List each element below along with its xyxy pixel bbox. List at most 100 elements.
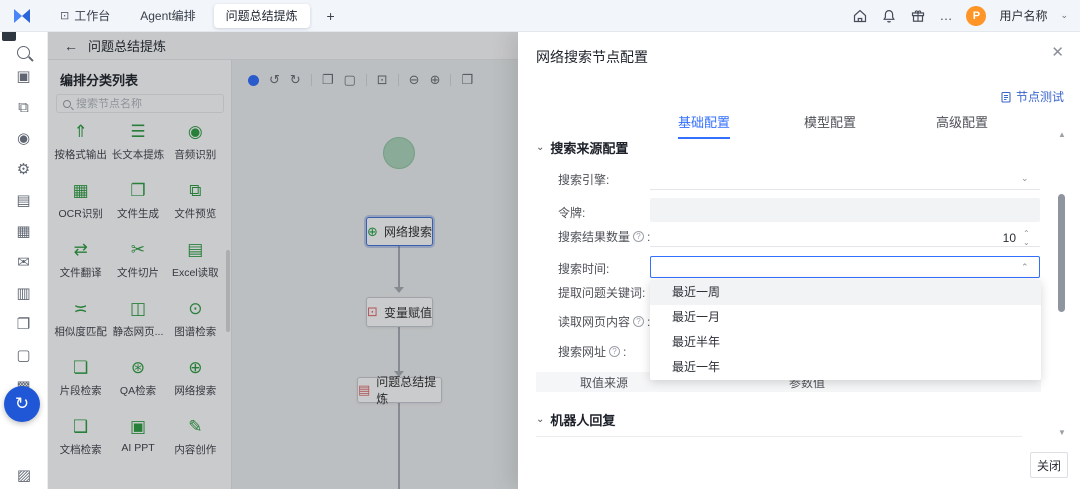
node-tile[interactable]: ❑ 文档检索 (52, 411, 109, 470)
node-tile[interactable]: ⊛ QA检索 (109, 352, 166, 411)
node-search-box[interactable] (56, 94, 224, 113)
flow-canvas[interactable]: ↺ ↻ ❐ ▢ ⊡ ⊖ ⊕ ❒ ⊕ 网络搜索 ⊡ 变量赋值 ▤ 问题总结提炼 (232, 60, 518, 489)
redo-icon[interactable]: ↻ (290, 73, 301, 87)
export-icon[interactable]: ❒ (461, 73, 473, 87)
avatar[interactable]: P (966, 5, 987, 26)
node-tile[interactable]: ◉ 音频识别 (167, 116, 224, 175)
node-tile[interactable]: ▤ Excel读取 (167, 234, 224, 293)
connector-line (398, 327, 400, 371)
robot-reply-input[interactable] (536, 436, 1022, 437)
home-icon[interactable] (852, 8, 868, 24)
copy-icon[interactable]: ❐ (17, 317, 30, 333)
app-logo-icon (14, 8, 30, 23)
option-last-half-year[interactable]: 最近半年 (650, 330, 1041, 355)
node-tile[interactable]: ✂ 文件切片 (109, 234, 166, 293)
image-icon[interactable]: ▨ (17, 468, 31, 484)
chevron-down-icon: ⌄ (1060, 10, 1068, 20)
node-label: 问题总结提炼 (376, 375, 437, 406)
info-icon[interactable]: ? (633, 231, 645, 242)
plugin-icon[interactable]: ⚙ (17, 162, 30, 178)
more-icon[interactable]: … (939, 8, 953, 23)
assistant-float-button[interactable]: ↻ (4, 386, 40, 422)
username[interactable]: 用户名称 (999, 7, 1047, 24)
node-question-summary[interactable]: ▤ 问题总结提炼 (357, 375, 442, 406)
toolbar-divider (397, 74, 399, 86)
zoom-in-icon[interactable]: ⊕ (430, 73, 441, 87)
node-tile[interactable]: ❏ 片段检索 (52, 352, 109, 411)
tab-model-config[interactable]: 模型配置 (804, 112, 856, 137)
bell-icon[interactable] (881, 8, 897, 24)
screen-icon[interactable]: ▣ (16, 69, 30, 85)
panel-scrollbar[interactable] (226, 250, 230, 332)
fragment-retrieval-icon: ❏ (73, 358, 89, 377)
node-tile[interactable]: ⇑ 按格式输出 (52, 116, 109, 175)
node-search-input[interactable] (76, 97, 217, 110)
section-search-source[interactable]: ⌄ 搜索来源配置 (536, 138, 628, 157)
node-tile[interactable]: ▣ AI PPT (109, 411, 166, 470)
tab-agent-orchestration[interactable]: Agent编排 (128, 4, 207, 28)
drawer-scrollbar[interactable] (1058, 194, 1065, 312)
fit-screen-icon[interactable]: ⊡ (377, 73, 388, 87)
workspace: ← 问题总结提炼 编排分类列表 ⇑ 按格式输出 ☰ 长文本提炼 ◉ 音频识别 ▦ OCR… (48, 32, 518, 489)
option-last-month[interactable]: 最近一月 (650, 305, 1041, 330)
tab-question-summary[interactable]: 问题总结提炼 (213, 3, 310, 28)
time-dropdown-panel: 最近一周 最近一月 最近半年 最近一年 (650, 280, 1041, 380)
publish-icon[interactable]: ◉ (17, 131, 30, 147)
folder-icon[interactable]: ▢ (16, 348, 30, 364)
tile-label: 文件切片 (116, 267, 159, 279)
node-tile[interactable]: ≍ 相似度匹配 (52, 293, 109, 352)
node-tile[interactable]: ❐ 文件生成 (109, 175, 166, 234)
excel-read-icon: ▤ (187, 240, 204, 259)
node-tile[interactable]: ⊙ 图谱检索 (167, 293, 224, 352)
section-robot-reply[interactable]: ⌄ 机器人回复 (536, 410, 615, 429)
token-input[interactable] (650, 198, 1040, 222)
label-colon: : (647, 229, 651, 244)
paste-icon[interactable]: ▢ (343, 73, 355, 87)
info-icon[interactable]: ? (609, 346, 621, 357)
copy-icon[interactable]: ❐ (322, 73, 334, 87)
option-last-year[interactable]: 最近一年 (650, 355, 1041, 380)
zoom-out-icon[interactable]: ⊖ (409, 73, 420, 87)
calendar-icon[interactable]: ▦ (16, 224, 30, 240)
mail-icon[interactable]: ✉ (17, 255, 30, 271)
toolbar-badge[interactable] (248, 74, 259, 86)
node-tile[interactable]: ☰ 长文本提炼 (109, 116, 166, 175)
scroll-up-icon[interactable]: ▲ (1058, 130, 1066, 139)
undo-icon[interactable]: ↺ (269, 73, 280, 87)
scroll-down-icon[interactable]: ▼ (1058, 428, 1066, 437)
section-title: 搜索来源配置 (550, 141, 629, 156)
result-count-input[interactable] (650, 246, 1040, 247)
node-tile[interactable]: ◫ 静态网页... (109, 293, 166, 352)
stepper-up-icon[interactable]: ⌃ (1023, 230, 1030, 238)
close-button[interactable]: 关闭 (1030, 452, 1068, 478)
workflow-icon[interactable]: ⧉ (18, 100, 29, 116)
node-tile[interactable]: ✎ 内容创作 (167, 411, 224, 470)
web-search-icon: ⊕ (188, 358, 203, 377)
info-icon[interactable]: ? (633, 316, 645, 327)
stepper-down-icon[interactable]: ⌄ (1023, 239, 1030, 247)
tab-basic-config[interactable]: 基础配置 (677, 112, 731, 139)
tab-workbench[interactable]: ⊡ 工作台 (48, 4, 122, 28)
node-tile[interactable]: ⧉ 文件预览 (167, 175, 224, 234)
node-web-search[interactable]: ⊕ 网络搜索 (366, 217, 433, 246)
search-engine-select[interactable] (650, 189, 1040, 190)
panel-icon[interactable]: ▥ (16, 286, 30, 302)
node-tile[interactable]: ⊕ 网络搜索 (167, 352, 224, 411)
search-time-select[interactable] (650, 256, 1040, 278)
doc-retrieval-icon: ❑ (73, 417, 89, 436)
start-node[interactable] (383, 137, 415, 169)
node-tile[interactable]: ⇄ 文件翻译 (52, 234, 109, 293)
sheet-icon[interactable]: ▤ (16, 193, 30, 209)
gift-icon[interactable] (910, 8, 926, 24)
back-arrow-icon[interactable]: ← (64, 38, 78, 54)
result-count-value[interactable]: 10 (986, 231, 1016, 245)
node-tile[interactable]: ▦ OCR识别 (52, 175, 109, 234)
rail-icon-group: ▣ ⧉ ◉ ⚙ ▤ ▦ ✉ ▥ ❐ ▢ ▩ ▭ (0, 69, 47, 426)
search-icon[interactable] (17, 46, 30, 59)
tab-advanced-config[interactable]: 高级配置 (936, 112, 988, 137)
close-icon[interactable]: ✕ (1051, 45, 1064, 61)
node-test-link[interactable]: 节点测试 (1000, 88, 1064, 105)
node-variable-assign[interactable]: ⊡ 变量赋值 (366, 297, 433, 327)
new-tab-button[interactable]: + (320, 5, 342, 27)
option-last-week[interactable]: 最近一周 (650, 280, 1041, 305)
